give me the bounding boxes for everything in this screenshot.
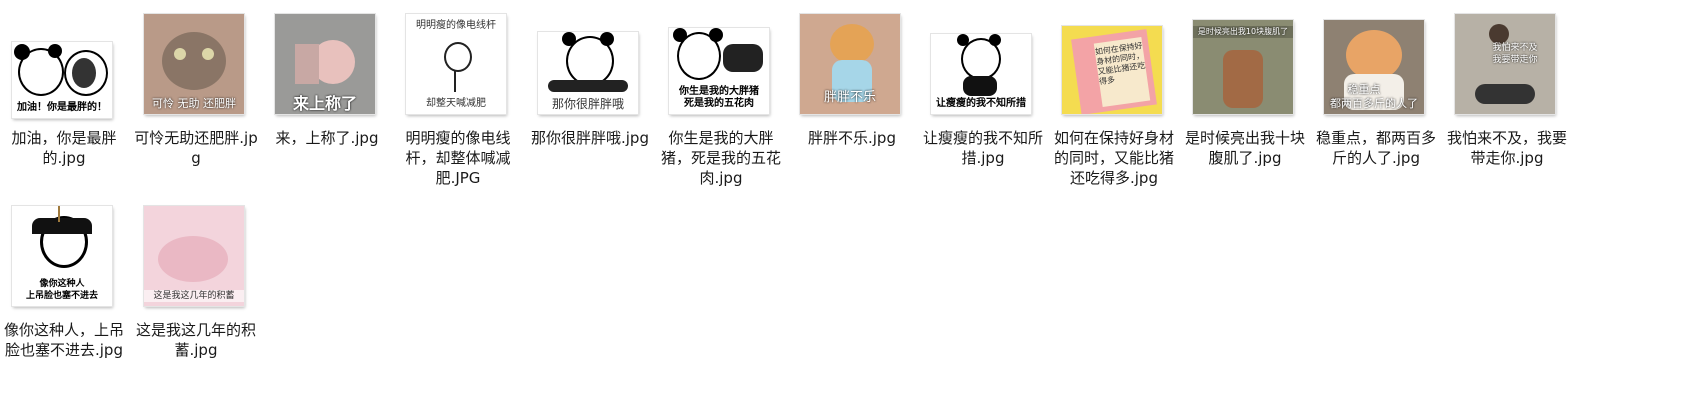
file-grid: 加油！你是最胖的！ 加油，你是最胖的.jpg 可怜 无助 还肥胖 可怜无助还肥胖… (0, 0, 1685, 410)
file-thumbnail[interactable]: 那你很胖胖哦 (538, 32, 638, 114)
file-thumbnail[interactable]: 这是我这几年的积蓄 (144, 206, 244, 306)
file-name: 如何在保持好身材的同时，又能比猪还吃得多.jpg (1053, 129, 1174, 187)
file-name: 我怕来不及，我要带走你.jpg (1446, 129, 1567, 167)
file-name: 胖胖不乐.jpg (808, 129, 896, 147)
file-name: 明明瘦的像电线杆，却整体喊减肥.JPG (405, 129, 511, 187)
file-thumbnail[interactable]: 加油！你是最胖的！ (12, 42, 112, 118)
file-thumbnail[interactable]: 我怕来不及 我要带走你 (1455, 14, 1555, 114)
file-name: 是时候亮出我十块腹肌了.jpg (1184, 129, 1305, 167)
file-thumbnail[interactable]: 可怜 无助 还肥胖 (144, 14, 244, 114)
file-thumbnail[interactable]: 是时候亮出我10块腹肌了 (1193, 20, 1293, 114)
file-name: 像你这种人，上吊脸也塞不进去.jpg (3, 321, 124, 359)
file-name: 稳重点，都两百多斤的人了.jpg (1315, 129, 1436, 167)
file-thumbnail[interactable]: 像你这种人 上吊脸也塞不进去 (12, 206, 112, 306)
file-thumbnail[interactable]: 明明瘦的像电线杆 却整天喊减肥 (406, 14, 506, 114)
file-thumbnail[interactable]: 稳重点 都两百多斤的人了 (1324, 20, 1424, 114)
file-name: 你生是我的大胖猪，死是我的五花肉.jpg (660, 129, 781, 187)
file-thumbnail[interactable]: 如何在保持好身材的同时，又能比猪还吃得多 (1062, 26, 1162, 114)
file-name: 这是我这几年的积蓄.jpg (135, 321, 256, 359)
file-name: 来，上称了.jpg (275, 129, 379, 147)
file-name: 让瘦瘦的我不知所措.jpg (922, 129, 1043, 167)
file-thumbnail[interactable]: 你生是我的大胖猪 死是我的五花肉 (669, 28, 769, 114)
file-name: 加油，你是最胖的.jpg (11, 129, 117, 167)
file-thumbnail[interactable]: 胖胖不乐 (800, 14, 900, 114)
file-name: 那你很胖胖哦.jpg (531, 129, 649, 147)
file-thumbnail[interactable]: 让瘦瘦的我不知所措 (931, 34, 1031, 114)
file-thumbnail[interactable]: 来上称了 (275, 14, 375, 114)
file-name: 可怜无助还肥胖.jpg (134, 129, 258, 167)
